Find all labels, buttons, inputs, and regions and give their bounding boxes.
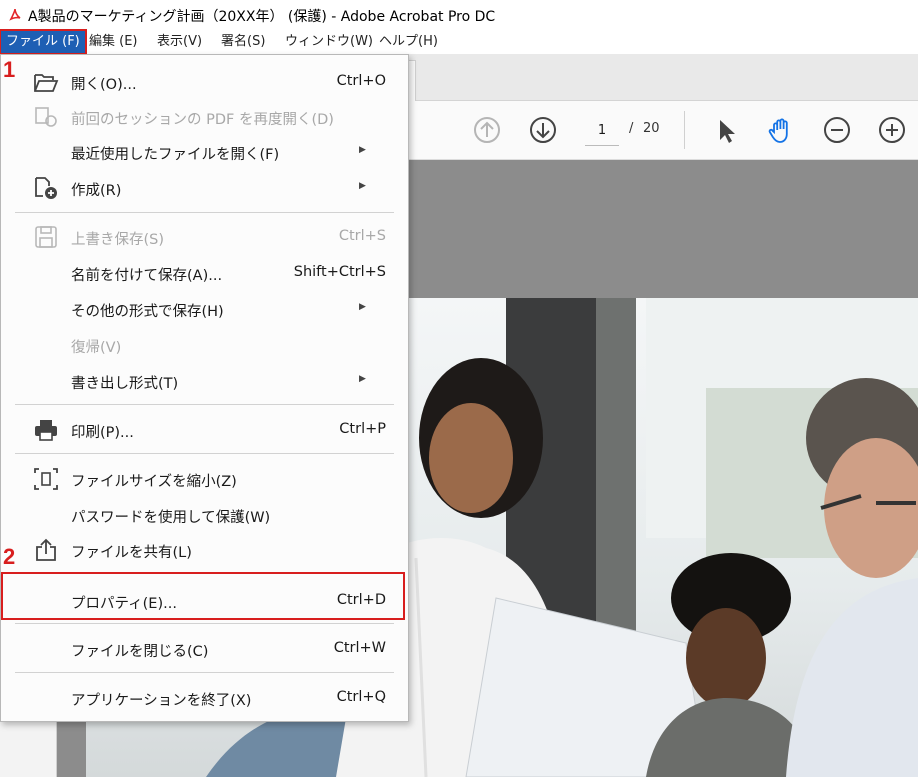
menu-item-reopen-session[interactable]: 前回のセッションの PDF を再度開く(D) [1, 100, 408, 134]
menu-item-quit[interactable]: アプリケーションを終了(X) Ctrl+Q [1, 681, 408, 715]
submenu-arrow-icon: ▶ [359, 181, 366, 191]
menu-separator [15, 212, 394, 213]
menu-item-label: その他の形式で保存(H) [71, 304, 224, 320]
printer-icon [35, 420, 57, 441]
menu-item-print[interactable]: 印刷(P)... Ctrl+P [1, 413, 408, 447]
page-number-input[interactable]: 1 [585, 117, 619, 146]
menu-item-label: 印刷(P)... [71, 425, 134, 441]
compress-file-icon [34, 468, 58, 490]
menu-item-label: ファイルを共有(L) [71, 545, 192, 561]
menu-item-open[interactable]: 開く(O)... Ctrl+O [1, 65, 408, 99]
hand-tool-icon[interactable] [765, 114, 797, 146]
menu-item-label: 名前を付けて保存(A)... [71, 268, 223, 284]
file-menu-dropdown: 開く(O)... Ctrl+O 前回のセッションの PDF を再度開く(D) 最… [0, 54, 409, 722]
submenu-arrow-icon: ▶ [359, 374, 366, 384]
acrobat-logo-icon [8, 7, 22, 23]
step-number-1: 1 [3, 57, 16, 82]
menu-item-label: 開く(O)... [71, 77, 137, 93]
menu-separator [15, 623, 394, 624]
page-separator: / [629, 121, 634, 136]
menu-item-password-protect[interactable]: パスワードを使用して保護(W) [1, 498, 408, 532]
menu-item-export[interactable]: 書き出し形式(T) ▶ [1, 364, 408, 398]
menu-file[interactable]: ファイル (F) [0, 29, 87, 55]
menu-window[interactable]: ウィンドウ(W) [285, 30, 373, 54]
menu-item-label: 書き出し形式(T) [71, 376, 179, 392]
page-total: 20 [643, 121, 660, 136]
menu-separator [15, 404, 394, 405]
previous-page-icon[interactable] [471, 114, 503, 146]
reopen-session-icon [35, 107, 57, 127]
step-number-2: 2 [3, 544, 16, 569]
menu-separator [15, 453, 394, 454]
menu-item-save[interactable]: 上書き保存(S) Ctrl+S [1, 220, 408, 254]
window-title: A製品のマーケティング計画（20XX年） (保護) - Adobe Acroba… [28, 9, 496, 25]
toolbar-divider [684, 111, 685, 149]
menu-item-reduce-size[interactable]: ファイルサイズを縮小(Z) [1, 462, 408, 496]
menu-item-shortcut: Ctrl+P [339, 421, 386, 437]
next-page-icon[interactable] [527, 114, 559, 146]
menu-item-label: ファイルを閉じる(C) [71, 644, 209, 660]
folder-open-icon [34, 74, 59, 92]
share-icon [36, 538, 56, 561]
menu-item-shortcut: Ctrl+W [333, 640, 386, 656]
menu-item-label: パスワードを使用して保護(W) [71, 510, 271, 526]
title-bar: A製品のマーケティング計画（20XX年） (保護) - Adobe Acroba… [0, 0, 918, 30]
menu-bar: ファイル (F) 編集 (E) 表示(V) 署名(S) ウィンドウ(W) ヘルプ… [0, 29, 918, 55]
menu-help[interactable]: ヘルプ(H) [379, 30, 438, 54]
menu-sign[interactable]: 署名(S) [221, 30, 265, 54]
menu-item-share[interactable]: ファイルを共有(L) [1, 533, 408, 567]
menu-item-label: ファイルサイズを縮小(Z) [71, 474, 237, 490]
zoom-out-icon[interactable] [821, 114, 853, 146]
menu-item-label: 前回のセッションの PDF を再度開く(D) [71, 112, 334, 128]
menu-item-close-file[interactable]: ファイルを閉じる(C) Ctrl+W [1, 632, 408, 666]
menu-item-shortcut: Ctrl+O [336, 73, 386, 89]
menu-item-shortcut: Shift+Ctrl+S [293, 264, 386, 280]
menu-item-shortcut: Ctrl+S [338, 228, 386, 244]
menu-item-label: アプリケーションを終了(X) [71, 693, 252, 709]
submenu-arrow-icon: ▶ [359, 145, 366, 155]
menu-item-label: 作成(R) [71, 183, 122, 199]
save-icon [35, 226, 57, 248]
menu-item-shortcut: Ctrl+Q [336, 689, 386, 705]
menu-item-label: 最近使用したファイルを開く(F) [71, 147, 280, 163]
menu-view[interactable]: 表示(V) [157, 30, 202, 54]
select-tool-icon[interactable] [710, 114, 742, 146]
zoom-in-icon[interactable] [876, 114, 908, 146]
menu-item-recent-files[interactable]: 最近使用したファイルを開く(F) ▶ [1, 135, 408, 169]
menu-separator [15, 672, 394, 673]
menu-item-label: 復帰(V) [71, 340, 122, 356]
properties-highlight-box [1, 572, 405, 620]
submenu-arrow-icon: ▶ [359, 302, 366, 312]
menu-item-save-other-format[interactable]: その他の形式で保存(H) ▶ [1, 292, 408, 326]
menu-item-revert[interactable]: 復帰(V) [1, 328, 408, 362]
menu-item-label: 上書き保存(S) [71, 232, 165, 248]
create-file-icon [35, 177, 57, 199]
menu-item-save-as[interactable]: 名前を付けて保存(A)... Shift+Ctrl+S [1, 256, 408, 290]
menu-item-create[interactable]: 作成(R) ▶ [1, 171, 408, 205]
menu-edit[interactable]: 編集 (E) [89, 30, 138, 54]
